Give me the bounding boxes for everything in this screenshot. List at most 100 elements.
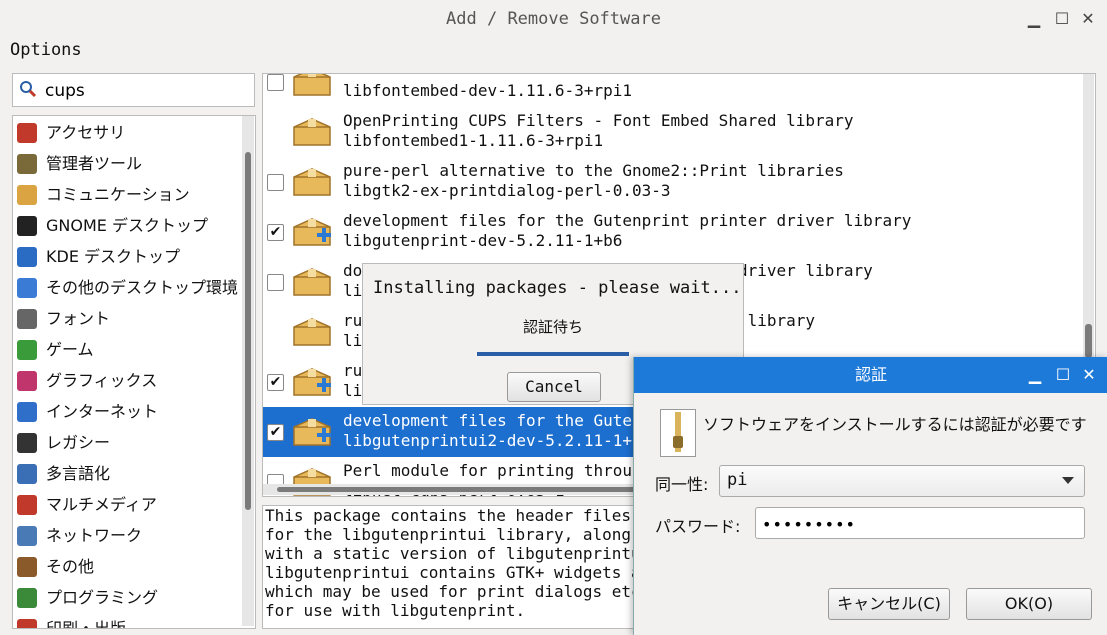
auth-minimize-icon[interactable]: ▁ — [1024, 357, 1046, 393]
package-checkbox[interactable] — [267, 174, 284, 191]
graphics-icon — [17, 371, 37, 391]
category-item[interactable]: 多言語化 — [13, 458, 241, 489]
auth-message: ソフトウェアをインストールするには認証が必要です — [703, 415, 1087, 434]
progress-bar — [477, 352, 629, 356]
localization-icon — [17, 464, 37, 484]
package-scroll-thumb[interactable] — [1085, 324, 1092, 358]
identity-value: pi — [727, 470, 748, 490]
close-icon[interactable]: ✕ — [1079, 10, 1097, 28]
package-checkbox[interactable]: ✔ — [267, 224, 284, 241]
package-name: libgutenprint-dev-5.2.11-1+b6 — [343, 231, 623, 250]
window-title: Add / Remove Software — [446, 9, 661, 29]
package-icon — [293, 74, 331, 96]
password-field[interactable] — [755, 507, 1085, 539]
maximize-icon[interactable]: ☐ — [1053, 10, 1071, 28]
package-row[interactable]: OpenPrinting CUPS Filters - Font Embed S… — [263, 107, 1083, 157]
category-item[interactable]: アクセサリ — [13, 117, 241, 148]
progress-status: 認証待ち — [522, 318, 583, 336]
category-item[interactable]: 管理者ツール — [13, 148, 241, 179]
category-scrollbar[interactable] — [242, 116, 254, 626]
category-item[interactable]: レガシー — [13, 427, 241, 458]
network-icon — [17, 526, 37, 546]
package-name: libgtk2-ex-printdialog-perl-0.03-3 — [343, 181, 671, 200]
package-row[interactable]: ✔ development files for the Gutenprint pr… — [263, 207, 1083, 257]
category-item[interactable]: 印刷・出版 — [13, 613, 241, 629]
legacy-icon — [17, 433, 37, 453]
package-icon — [293, 268, 331, 296]
category-item[interactable]: ネットワーク — [13, 520, 241, 551]
category-item[interactable]: KDE デスクトップ — [13, 241, 241, 272]
desktop-icon — [17, 278, 37, 298]
category-item[interactable]: その他のデスクトップ環境 — [13, 272, 241, 303]
search-box[interactable] — [12, 73, 255, 107]
category-list: アクセサリ管理者ツールコミュニケーション GNOME デスクトップ KDE デスクト… — [12, 115, 256, 629]
package-install-icon — [293, 368, 331, 396]
category-item[interactable]: コミュニケーション — [13, 179, 241, 210]
password-input[interactable] — [760, 511, 1082, 537]
auth-close-icon[interactable]: ✕ — [1078, 357, 1100, 393]
category-item[interactable]: プログラミング — [13, 582, 241, 613]
package-install-icon — [293, 418, 331, 446]
package-checkbox[interactable] — [267, 274, 284, 291]
auth-dialog: 認証 ▁ ☐ ✕ ソフトウェアをインストールするには認証が必要です 同一性: p… — [633, 357, 1107, 635]
game-icon — [17, 340, 37, 360]
identity-select[interactable]: pi — [719, 465, 1085, 497]
category-label: ネットワーク — [46, 526, 143, 545]
progress-message: Installing packages - please wait... — [373, 278, 742, 298]
category-item[interactable]: インターネット — [13, 396, 241, 427]
category-label: ゲーム — [46, 340, 94, 359]
category-label: プログラミング — [46, 588, 159, 607]
auth-titlebar: 認証 ▁ ☐ ✕ — [634, 357, 1107, 393]
auth-cancel-button[interactable]: キャンセル(C) — [828, 588, 950, 620]
category-label: コミュニケーション — [46, 185, 190, 204]
category-label: 多言語化 — [46, 464, 111, 483]
multimedia-icon — [17, 495, 37, 515]
category-label: マルチメディア — [46, 495, 157, 514]
programming-icon — [17, 588, 37, 608]
internet-icon — [17, 402, 37, 422]
package-row[interactable]: libfontembed-dev-1.11.6-3+rpi1 — [263, 74, 1083, 107]
package-checkbox[interactable]: ✔ — [267, 424, 284, 441]
package-install-icon — [293, 218, 331, 246]
chevron-down-icon — [1062, 477, 1074, 484]
category-label: グラフィックス — [46, 371, 158, 390]
package-title: OpenPrinting CUPS Filters - Font Embed S… — [343, 111, 854, 130]
category-label: その他のデスクトップ環境 — [46, 278, 239, 297]
category-item[interactable]: ゲーム — [13, 334, 241, 365]
other-icon — [17, 557, 37, 577]
category-scroll-thumb[interactable] — [245, 152, 251, 510]
category-item[interactable]: マルチメディア — [13, 489, 241, 520]
cancel-button[interactable]: Cancel — [507, 372, 601, 402]
package-hscroll-thumb[interactable] — [277, 487, 657, 492]
kde-icon — [17, 247, 37, 267]
package-name: libfontembed1-1.11.6-3+rpi1 — [343, 131, 604, 150]
auth-maximize-icon[interactable]: ☐ — [1052, 357, 1074, 393]
password-label: パスワード: — [655, 517, 741, 536]
package-name: libgutenprintui2-dev-5.2.11-1+b6 — [343, 431, 652, 450]
communication-icon — [17, 185, 37, 205]
package-icon — [293, 168, 331, 196]
package-name: libfontembed-dev-1.11.6-3+rpi1 — [343, 81, 632, 100]
auth-ok-button[interactable]: OK(O) — [966, 588, 1092, 620]
category-label: その他 — [46, 557, 95, 576]
minimize-icon[interactable]: ▁ — [1025, 10, 1043, 28]
category-item[interactable]: グラフィックス — [13, 365, 241, 396]
category-item[interactable]: フォント — [13, 303, 241, 334]
package-title: pure-perl alternative to the Gnome2::Pri… — [343, 161, 844, 180]
package-row[interactable]: pure-perl alternative to the Gnome2::Pri… — [263, 157, 1083, 207]
admin-tools-icon — [17, 154, 37, 174]
category-label: アクセサリ — [46, 123, 126, 142]
identity-label: 同一性: — [655, 475, 709, 494]
accessories-icon — [17, 123, 37, 143]
category-label: レガシー — [46, 433, 111, 452]
category-item[interactable]: GNOME デスクトップ — [13, 210, 241, 241]
search-input[interactable] — [43, 78, 247, 104]
category-label: 印刷・出版 — [46, 619, 127, 629]
package-checkbox[interactable]: ✔ — [267, 374, 284, 391]
package-icon — [293, 318, 331, 346]
category-item[interactable]: その他 — [13, 551, 241, 582]
printing-icon — [17, 619, 37, 628]
category-label: KDE デスクトップ — [46, 247, 181, 266]
menu-options[interactable]: Options — [10, 38, 82, 62]
package-checkbox[interactable] — [267, 74, 284, 91]
